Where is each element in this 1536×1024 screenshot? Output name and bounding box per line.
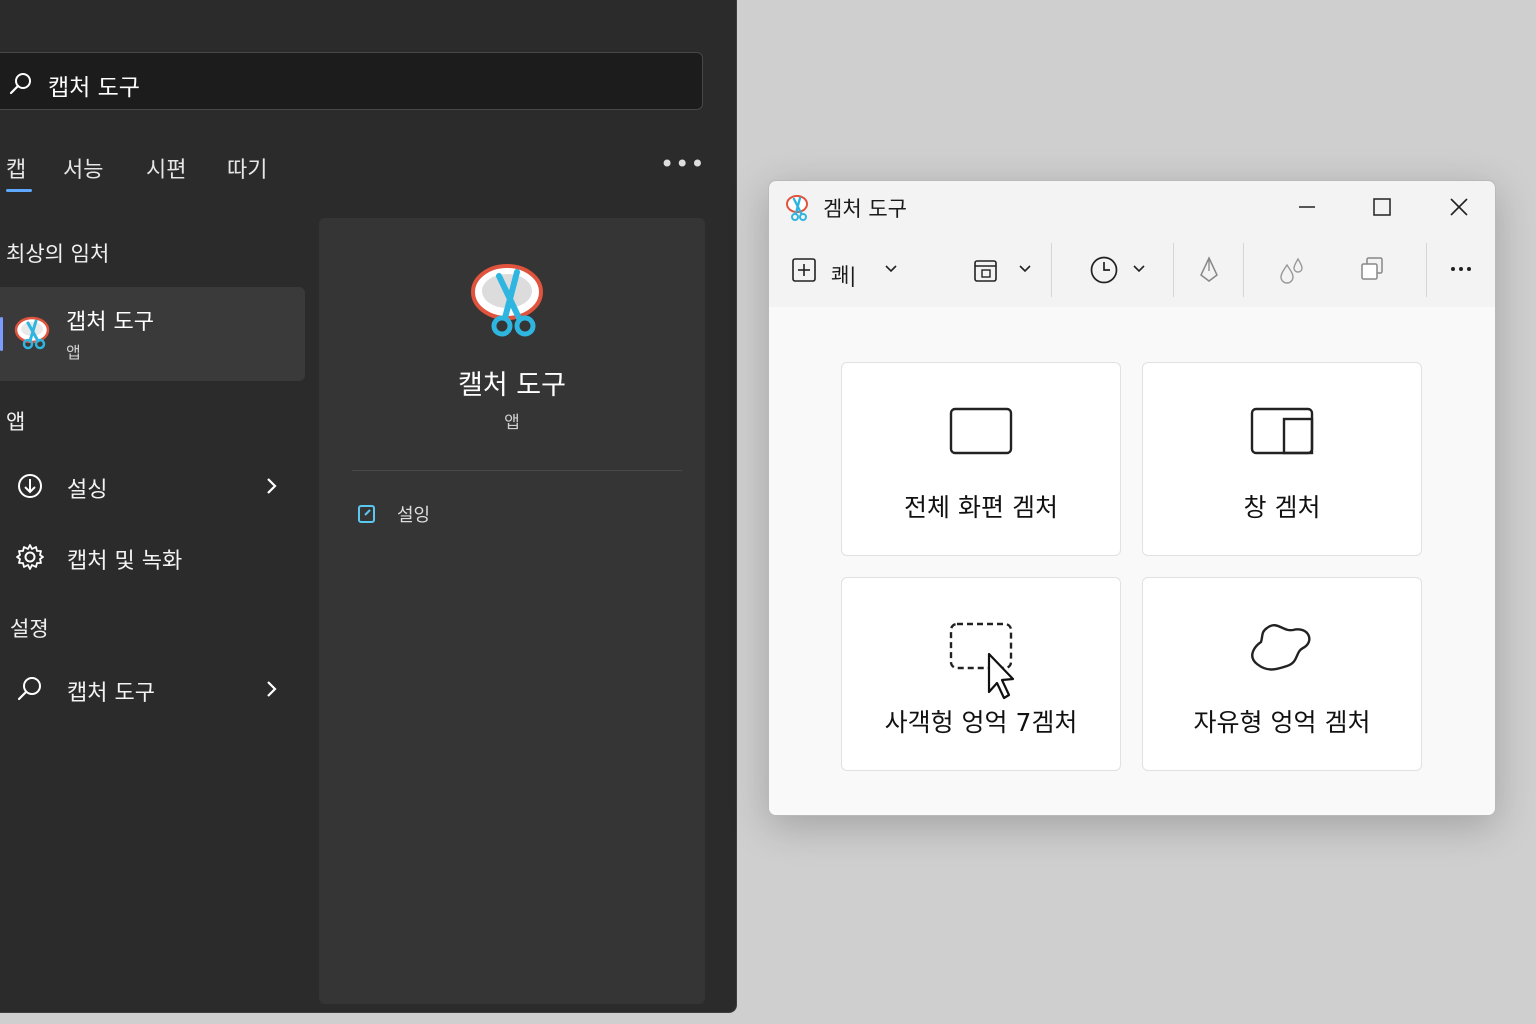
settings-heading: 설졍 [10, 617, 49, 641]
fullscreen-snip-icon [949, 407, 1013, 459]
copy-icon [1359, 257, 1385, 287]
window-snip-icon [1250, 407, 1314, 459]
search-tabs: 캡 서능 시편 따기 ••• [0, 150, 736, 200]
card-label: 창 겜처 [1243, 493, 1321, 522]
chevron-down-icon [883, 261, 899, 281]
card-label: 자유형 엉억 겜처 [1193, 708, 1371, 737]
list-item-capture-recording[interactable]: 캡처 및 녹화 [0, 533, 305, 583]
best-match-item[interactable]: 갭처 도구 앱 [0, 287, 305, 381]
apps-heading: 앱 [6, 410, 26, 434]
rectangle-snip-card[interactable]: 사객헝 엉억 7겜처 [841, 577, 1121, 771]
copy-button[interactable] [1359, 255, 1387, 289]
snipping-tool-window: 겜처 도구 쾌| 전체 화편 겜처 창 겜처 사객헝 엉억 7겜처 자유형 엉억… [768, 180, 1496, 816]
delay-dropdown[interactable] [1089, 255, 1153, 289]
open-icon [357, 503, 377, 529]
divider [352, 470, 682, 471]
search-icon [16, 675, 44, 707]
plus-box-icon [791, 257, 817, 287]
new-snip-button[interactable]: 쾌| [791, 255, 911, 289]
droplets-icon [1277, 257, 1307, 289]
title-bar[interactable]: 겜처 도구 [769, 181, 1495, 235]
search-query[interactable]: 캡처 도구 [48, 68, 140, 102]
minimize-button[interactable] [1282, 187, 1332, 227]
tab-documents[interactable]: 서능 [63, 152, 103, 184]
freeform-snip-icon [1249, 622, 1315, 678]
clock-icon [1089, 255, 1119, 289]
new-snip-label: 쾌| [831, 263, 857, 287]
snipping-tool-icon [785, 193, 813, 227]
chevron-down-icon [1131, 261, 1147, 281]
more-options-button[interactable] [1447, 255, 1477, 289]
window-snip-card[interactable]: 창 겜처 [1142, 362, 1422, 556]
preview-title: 캘처 도구 [458, 370, 566, 401]
freeform-snip-card[interactable]: 자유형 엉억 겜처 [1142, 577, 1422, 771]
snip-mode-dropdown[interactable] [973, 255, 1037, 289]
preview-subtitle: 앱 [504, 413, 520, 433]
card-label: 사객헝 엉억 7겜처 [884, 708, 1078, 737]
snipping-tool-icon [469, 258, 553, 348]
best-match-heading: 최상의 임처 [6, 242, 110, 266]
chevron-right-icon [262, 474, 282, 502]
rectangle-snip-icon [941, 622, 1021, 706]
toolbar: 쾌| [769, 235, 1495, 308]
list-item-snipping-tool-setting[interactable]: 캡처 도구 [0, 665, 305, 715]
list-item-label: 설싱 [67, 478, 108, 503]
best-match-subtitle: 앱 [66, 343, 81, 362]
preview-pane: 캘처 도구 앱 설잉 [319, 218, 705, 1004]
toolbar-separator [1051, 243, 1052, 297]
tab-apps[interactable]: 캡 [6, 152, 33, 192]
list-item-label: 캡처 및 녹화 [67, 549, 183, 574]
snip-mode-grid: 전체 화편 겜처 창 겜처 사객헝 엉억 7겜처 자유형 엉억 겜처 [769, 307, 1495, 815]
start-search-panel: 캡처 도구 캡 서능 시편 따기 ••• 최상의 임처 갭처 도구 앱 앱 설싱 [0, 0, 737, 1013]
toolbar-separator [1426, 243, 1427, 297]
snip-mode-icon [973, 257, 999, 289]
more-options-button[interactable]: ••• [660, 150, 705, 178]
preview-action-label: 설잉 [397, 505, 431, 526]
tab-web[interactable]: 시편 [146, 152, 186, 184]
best-match-title: 갭처 도구 [66, 310, 154, 335]
card-label: 전체 화편 겜처 [904, 493, 1058, 522]
chevron-right-icon [262, 677, 282, 705]
close-button[interactable] [1434, 187, 1484, 227]
tab-more[interactable]: 따기 [227, 152, 267, 184]
toolbar-separator [1173, 243, 1174, 297]
highlighter-button[interactable] [1277, 255, 1305, 289]
gear-icon [16, 543, 44, 575]
search-icon [8, 71, 34, 101]
maximize-button[interactable] [1357, 187, 1407, 227]
pen-button[interactable] [1197, 255, 1221, 289]
snipping-tool-icon [14, 313, 54, 357]
list-item-label: 캡처 도구 [67, 681, 155, 706]
fullscreen-snip-card[interactable]: 전체 화편 겜처 [841, 362, 1121, 556]
toolbar-separator [1243, 243, 1244, 297]
more-icon [1447, 267, 1477, 289]
window-title: 겜처 도구 [823, 197, 907, 221]
download-circle-icon [16, 472, 44, 504]
chevron-down-icon [1017, 261, 1033, 281]
search-input[interactable]: 캡처 도구 [0, 52, 703, 110]
pen-icon [1197, 256, 1221, 289]
list-item-settings-app[interactable]: 설싱 [0, 462, 305, 512]
